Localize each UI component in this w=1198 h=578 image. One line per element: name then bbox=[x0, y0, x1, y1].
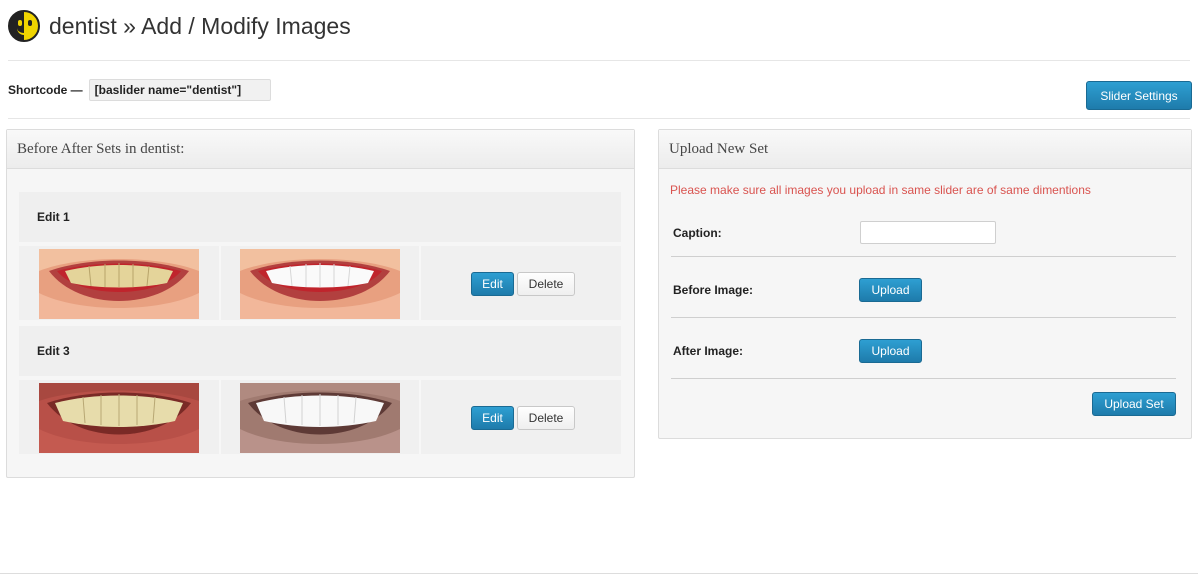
before-image bbox=[39, 249, 199, 319]
after-image-cell bbox=[221, 246, 419, 320]
delete-button[interactable]: Delete bbox=[517, 406, 575, 430]
form-divider bbox=[671, 378, 1176, 379]
form-divider bbox=[671, 256, 1176, 257]
actions-cell: Edit Delete bbox=[421, 380, 621, 454]
after-image-cell bbox=[221, 380, 419, 454]
caption-label: Caption: bbox=[673, 226, 722, 240]
before-after-sets-panel: Before After Sets in dentist: Edit 1 Edi… bbox=[6, 129, 635, 478]
page-title: dentist » Add / Modify Images bbox=[49, 12, 351, 39]
after-image-label: After Image: bbox=[673, 344, 744, 358]
dimension-warning: Please make sure all images you upload i… bbox=[670, 183, 1091, 197]
slider-settings-button[interactable]: Slider Settings bbox=[1086, 81, 1192, 110]
set-row: Edit Delete bbox=[19, 246, 621, 320]
shortcode-label: Shortcode — bbox=[8, 83, 83, 97]
smiley-logo-icon bbox=[8, 10, 40, 42]
header-divider bbox=[8, 60, 1190, 61]
edit-button[interactable]: Edit bbox=[471, 406, 514, 430]
footer-divider bbox=[0, 573, 1198, 574]
edit-button[interactable]: Edit bbox=[471, 272, 514, 296]
upload-set-button[interactable]: Upload Set bbox=[1092, 392, 1176, 416]
set-title: Edit 3 bbox=[19, 326, 621, 376]
upload-before-image-button[interactable]: Upload bbox=[859, 278, 922, 302]
before-image-label: Before Image: bbox=[673, 283, 754, 297]
set-title: Edit 1 bbox=[19, 192, 621, 242]
caption-input[interactable] bbox=[860, 221, 996, 244]
before-image-cell bbox=[19, 246, 219, 320]
actions-cell: Edit Delete bbox=[421, 246, 621, 320]
set-row: Edit Delete bbox=[19, 380, 621, 454]
upload-after-image-button[interactable]: Upload bbox=[859, 339, 922, 363]
page-header: dentist » Add / Modify Images bbox=[8, 8, 351, 44]
form-divider bbox=[671, 317, 1176, 318]
toolbar-divider bbox=[8, 118, 1190, 119]
delete-button[interactable]: Delete bbox=[517, 272, 575, 296]
shortcode-row: Shortcode — [baslider name="dentist"] bbox=[8, 78, 271, 102]
before-image-cell bbox=[19, 380, 219, 454]
after-image bbox=[240, 249, 400, 319]
sets-panel-title: Before After Sets in dentist: bbox=[7, 130, 634, 169]
upload-new-set-panel: Upload New Set Please make sure all imag… bbox=[658, 129, 1192, 439]
upload-panel-title: Upload New Set bbox=[659, 130, 1191, 169]
before-image bbox=[39, 383, 199, 453]
after-image bbox=[240, 383, 400, 453]
shortcode-value[interactable]: [baslider name="dentist"] bbox=[88, 79, 271, 101]
